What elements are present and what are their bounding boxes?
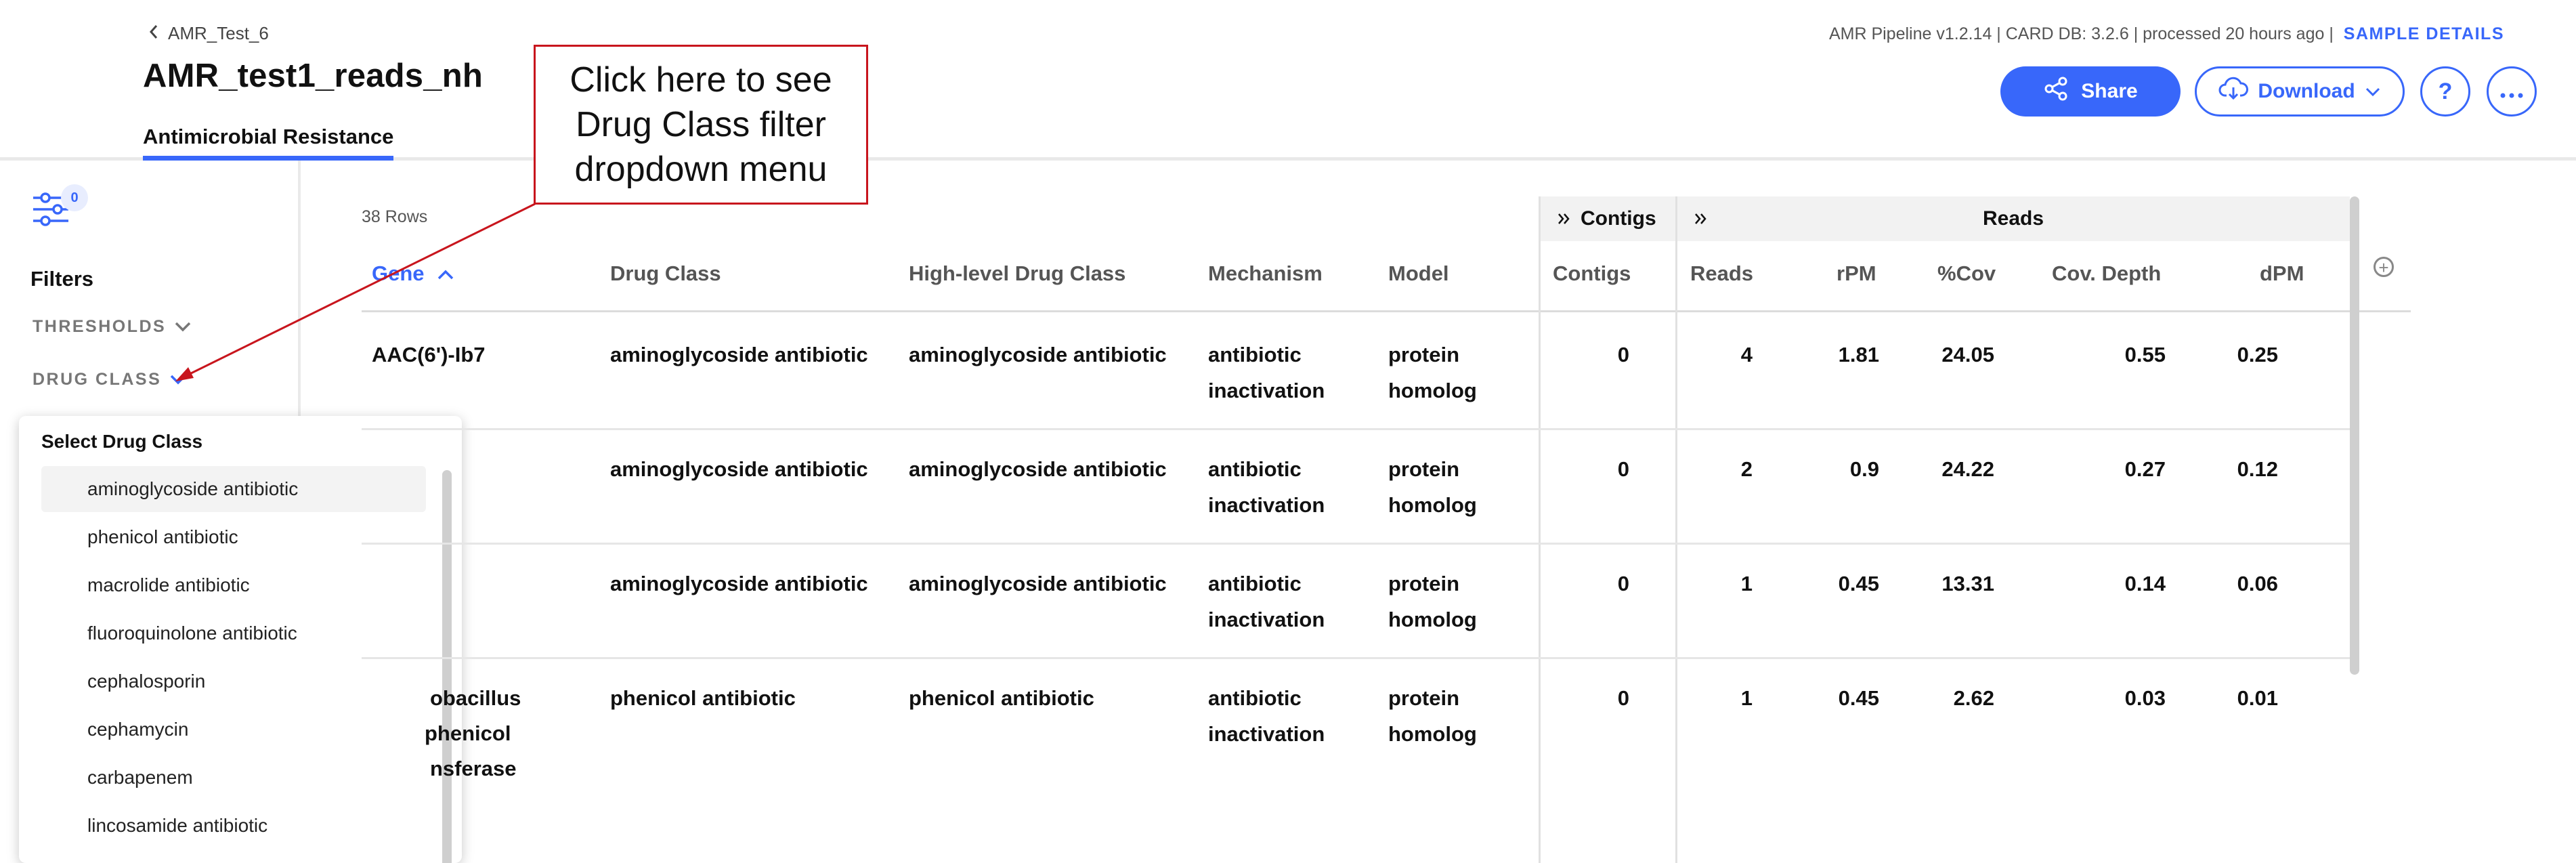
annotation-text: Click here to see Drug Class filter drop… <box>570 60 832 189</box>
double-chevron-icon <box>1694 207 1708 230</box>
annotation-arrow <box>175 203 536 381</box>
annotation-callout: Click here to see Drug Class filter drop… <box>534 45 868 205</box>
